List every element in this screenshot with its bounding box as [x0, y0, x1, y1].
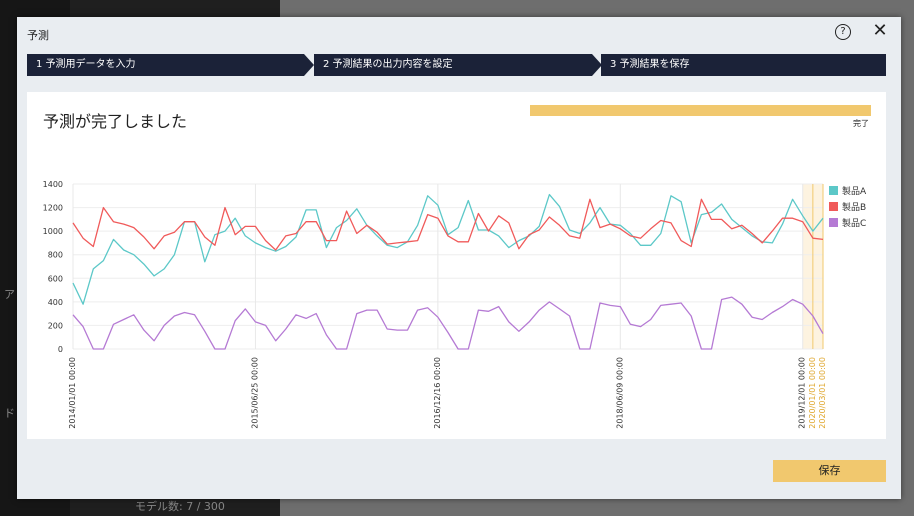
step-3[interactable]: 3 予測結果を保存 [601, 54, 886, 76]
y-tick-label: 200 [48, 321, 63, 330]
legend-label: 製品C [842, 217, 866, 229]
y-tick-label: 1000 [43, 227, 63, 236]
step-label: 3 予測結果を保存 [610, 59, 690, 70]
step-2[interactable]: 2 予測結果の出力内容を設定 [314, 54, 602, 76]
y-tick-label: 800 [48, 251, 63, 260]
x-tick-label: 2015/06/25 00:00 [250, 357, 259, 429]
series-line-1 [72, 193, 824, 305]
y-tick-label: 600 [48, 274, 63, 283]
step-label: 1 予測用データを入力 [36, 59, 136, 70]
forecast-tick-label: 2020/01/01 00:00 [808, 357, 817, 429]
progress-fill [530, 105, 871, 116]
legend-label: 製品B [842, 201, 866, 213]
legend-swatch [829, 218, 838, 227]
save-button[interactable]: 保存 [773, 460, 886, 482]
x-tick-label: 2016/12/16 00:00 [433, 357, 442, 429]
y-tick-label: 1400 [43, 180, 63, 189]
legend-label: 製品A [842, 185, 867, 197]
completion-heading: 予測が完了しました [43, 112, 188, 131]
legend-swatch [829, 202, 838, 211]
legend-swatch [829, 186, 838, 195]
dialog-title: 予測 [27, 29, 49, 42]
series-line-3 [72, 296, 824, 350]
forecast-tick-label: 2020/03/01 00:00 [818, 357, 827, 429]
y-tick-label: 1200 [43, 204, 63, 213]
step-1[interactable]: 1 予測用データを入力 [27, 54, 314, 76]
x-tick-label: 2018/06/09 00:00 [615, 357, 624, 429]
y-tick-label: 400 [48, 298, 63, 307]
forecast-line-chart: 0 200 400 600 800 1000 1200 1400 2014/01/01 00:0… [43, 180, 867, 429]
forecast-dialog: 予測 ? ✕ 1 予測用データを入力 2 予測結果の出力内容を設定 3 予測結果… [17, 17, 901, 499]
close-icon[interactable]: ✕ [871, 21, 889, 41]
help-question-icon[interactable]: ? [835, 24, 851, 40]
y-tick-label: 0 [58, 345, 63, 354]
series-line-2 [72, 198, 824, 251]
x-tick-label: 2019/12/01 00:00 [798, 357, 807, 429]
background-model-count: モデル数: 7 / 300 [135, 500, 225, 513]
progress-bar [530, 105, 871, 116]
progress-label: 完了 [853, 119, 869, 128]
background-text: ド [4, 407, 15, 420]
step-arrow-icon [304, 54, 314, 76]
x-tick-label: 2014/01/01 00:00 [68, 357, 77, 429]
background-text: ア [4, 288, 15, 301]
step-label: 2 予測結果の出力内容を設定 [323, 59, 453, 70]
result-panel: 予測が完了しました 完了 0 200 400 600 800 1000 1200 1400 20… [27, 92, 886, 439]
